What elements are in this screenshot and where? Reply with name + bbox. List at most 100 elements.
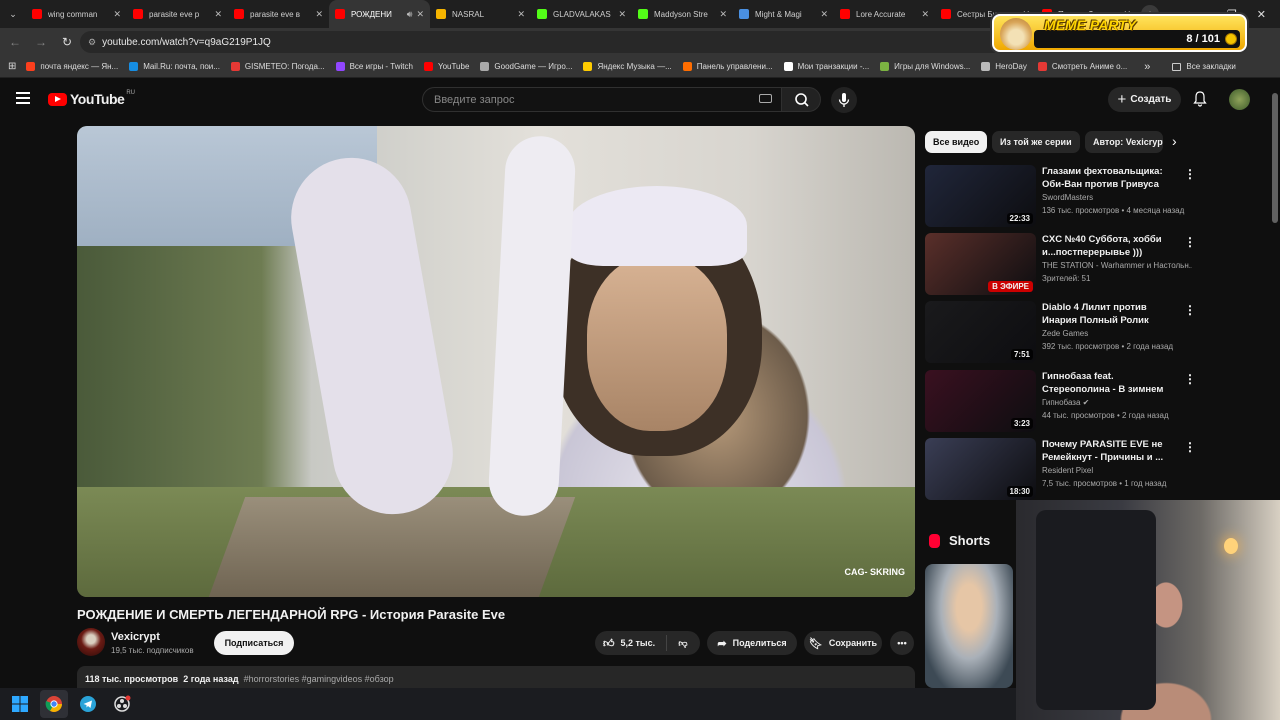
search-button[interactable]: [781, 87, 821, 112]
related-video-item[interactable]: 7:51 Diablo 4 Лилит против Инария Полный …: [925, 301, 1265, 363]
related-channel[interactable]: Zede Games: [1042, 329, 1192, 338]
webcam-overlay: [1016, 500, 1280, 720]
like-button[interactable]: 👍︎ 5,2 тыс.: [595, 635, 667, 651]
bookmark-item[interactable]: GISMETEO: Погода...: [230, 62, 325, 71]
page-scrollbar[interactable]: [1270, 79, 1280, 500]
related-video-item[interactable]: 18:30 Почему PARASITE EVE не Ремейкнут - …: [925, 438, 1265, 500]
browser-tab[interactable]: РОЖДЕНИ 🔊︎ ✕: [329, 0, 430, 28]
channel-avatar[interactable]: [77, 628, 105, 656]
related-title[interactable]: Почему PARASITE EVE не Ремейкнут - Причи…: [1042, 438, 1182, 464]
related-title[interactable]: Гипнобаза feat. Стереополина - В зимнем …: [1042, 370, 1182, 396]
obs-icon[interactable]: [108, 690, 136, 718]
related-channel[interactable]: Гипнобаза ✔: [1042, 398, 1192, 407]
tab-close-icon[interactable]: ✕: [517, 9, 525, 20]
save-button[interactable]: 🔖︎ Сохранить: [804, 631, 882, 655]
related-thumbnail[interactable]: 18:30: [925, 438, 1036, 500]
tab-close-icon[interactable]: ✕: [820, 9, 828, 20]
close-window-button[interactable]: ✕: [1257, 8, 1266, 21]
related-thumbnail[interactable]: В ЭФИРЕ: [925, 233, 1036, 295]
tab-audio-icon[interactable]: 🔊︎: [407, 9, 413, 20]
browser-tab[interactable]: parasite eve в ✕: [228, 0, 329, 28]
tab-close-icon[interactable]: ✕: [719, 9, 727, 20]
tab-close-icon[interactable]: ✕: [315, 9, 323, 20]
tab-close-icon[interactable]: ✕: [214, 9, 222, 20]
related-channel[interactable]: Resident Pixel: [1042, 466, 1192, 475]
bookmark-item[interactable]: Мои транзакции -...: [783, 62, 869, 71]
back-arrow-icon[interactable]: ←: [2, 35, 28, 49]
bookmark-item[interactable]: Mail.Ru: почта, пои...: [129, 62, 220, 71]
bookmark-item[interactable]: Игры для Windows...: [880, 62, 970, 71]
dislike-button[interactable]: 👎︎: [667, 638, 699, 649]
scrollbar-thumb[interactable]: [1272, 93, 1278, 223]
related-more-icon[interactable]: ⋮: [1184, 167, 1196, 181]
share-button[interactable]: ➦ Поделиться: [707, 631, 797, 655]
related-thumbnail[interactable]: 22:33: [925, 165, 1036, 227]
browser-tab[interactable]: Might & Magi ✕: [733, 0, 834, 28]
bookmark-favicon-icon: [1037, 62, 1047, 71]
related-more-icon[interactable]: ⋮: [1184, 440, 1196, 454]
tab-close-icon[interactable]: ✕: [921, 9, 929, 20]
bookmark-item[interactable]: YouTube: [423, 62, 469, 71]
video-player[interactable]: CAG- SKRING: [77, 126, 915, 597]
all-bookmarks-button[interactable]: Все закладки: [1172, 62, 1236, 71]
short-thumbnail[interactable]: [925, 564, 1013, 688]
chip-by-author[interactable]: Автор: Vexicrypt: [1085, 131, 1163, 153]
search-input[interactable]: Введите запрос: [422, 87, 782, 112]
chip-all-videos[interactable]: Все видео: [925, 131, 988, 153]
bookmark-item[interactable]: Панель управлени...: [682, 62, 773, 71]
chip-same-series[interactable]: Из той же серии: [992, 131, 1080, 153]
related-title[interactable]: Diablo 4 Лилит против Инария Полный Роли…: [1042, 301, 1182, 327]
browser-tab[interactable]: Lore Accurate ✕: [834, 0, 935, 28]
bookmark-item[interactable]: GoodGame — Игро...: [480, 62, 572, 71]
reload-icon[interactable]: ↻: [54, 35, 80, 49]
region-code: RU: [126, 90, 135, 96]
related-title[interactable]: Глазами фехтовальщика: Оби-Ван против Гр…: [1042, 165, 1182, 191]
notifications-bell-icon[interactable]: [1193, 91, 1207, 107]
related-thumbnail[interactable]: 7:51: [925, 301, 1036, 363]
related-video-item[interactable]: В ЭФИРЕ CXC №40 Суббота, хобби и...постпе…: [925, 233, 1265, 295]
chrome-icon[interactable]: [40, 690, 68, 718]
browser-tab[interactable]: Maddyson Stre ✕: [632, 0, 733, 28]
bookmark-item[interactable]: HeroDay: [981, 62, 1027, 71]
related-video-item[interactable]: 22:33 Глазами фехтовальщика: Оби-Ван прот…: [925, 165, 1265, 227]
account-avatar[interactable]: [1229, 89, 1250, 110]
browser-tab[interactable]: parasite eve p ✕: [127, 0, 228, 28]
hashtags[interactable]: #horrorstories #gamingvideos #обзор: [244, 674, 394, 684]
related-channel-name: Resident Pixel: [1042, 466, 1094, 475]
related-channel[interactable]: THE STATION - Warhammer и Настольн...: [1042, 261, 1192, 270]
keyboard-icon[interactable]: [759, 94, 772, 103]
chips-next-chevron-icon[interactable]: ›: [1172, 133, 1177, 149]
create-button[interactable]: + Создать: [1108, 87, 1181, 112]
related-more-icon[interactable]: ⋮: [1184, 303, 1196, 317]
meme-party-title: MEME PARTY: [1044, 17, 1137, 33]
browser-tab[interactable]: NASRAL ✕: [430, 0, 531, 28]
related-more-icon[interactable]: ⋮: [1184, 372, 1196, 386]
telegram-icon[interactable]: [74, 690, 102, 718]
youtube-logo[interactable]: YouTube RU: [48, 90, 135, 107]
apps-grid-icon[interactable]: ⊞: [8, 61, 16, 72]
related-title[interactable]: CXC №40 Суббота, хобби и...постперерывье…: [1042, 233, 1182, 259]
tab-close-icon[interactable]: ✕: [416, 9, 424, 20]
browser-tab[interactable]: wing comman ✕: [26, 0, 127, 28]
tab-search-chevron-icon[interactable]: ⌄: [0, 0, 26, 28]
bookmark-item[interactable]: Смотреть Аниме о...: [1037, 62, 1127, 71]
voice-search-button[interactable]: [831, 87, 857, 113]
related-channel[interactable]: SwordMasters: [1042, 193, 1192, 202]
bookmarks-overflow-button[interactable]: »: [1144, 61, 1150, 73]
bookmark-item[interactable]: почта яндекс — Ян...: [26, 62, 118, 71]
browser-tab[interactable]: GLADVALAKAS ✕: [531, 0, 632, 28]
tab-close-icon[interactable]: ✕: [618, 9, 626, 20]
channel-name[interactable]: Vexicrypt: [111, 631, 160, 643]
related-thumbnail[interactable]: 3:23: [925, 370, 1036, 432]
menu-hamburger-icon[interactable]: [16, 92, 30, 104]
related-video-item[interactable]: 3:23 Гипнобаза feat. Стереополина - В зим…: [925, 370, 1265, 432]
forward-arrow-icon[interactable]: →: [28, 35, 54, 49]
more-actions-button[interactable]: •••: [890, 631, 914, 655]
tab-close-icon[interactable]: ✕: [113, 9, 121, 20]
related-more-icon[interactable]: ⋮: [1184, 235, 1196, 249]
bookmark-item[interactable]: Все игры - Twitch: [335, 62, 413, 71]
site-info-icon[interactable]: ⚙: [88, 37, 96, 48]
windows-start-icon[interactable]: [6, 690, 34, 718]
bookmark-item[interactable]: Яндекс Музыка —...: [583, 62, 672, 71]
subscribe-button[interactable]: Подписаться: [214, 631, 294, 655]
